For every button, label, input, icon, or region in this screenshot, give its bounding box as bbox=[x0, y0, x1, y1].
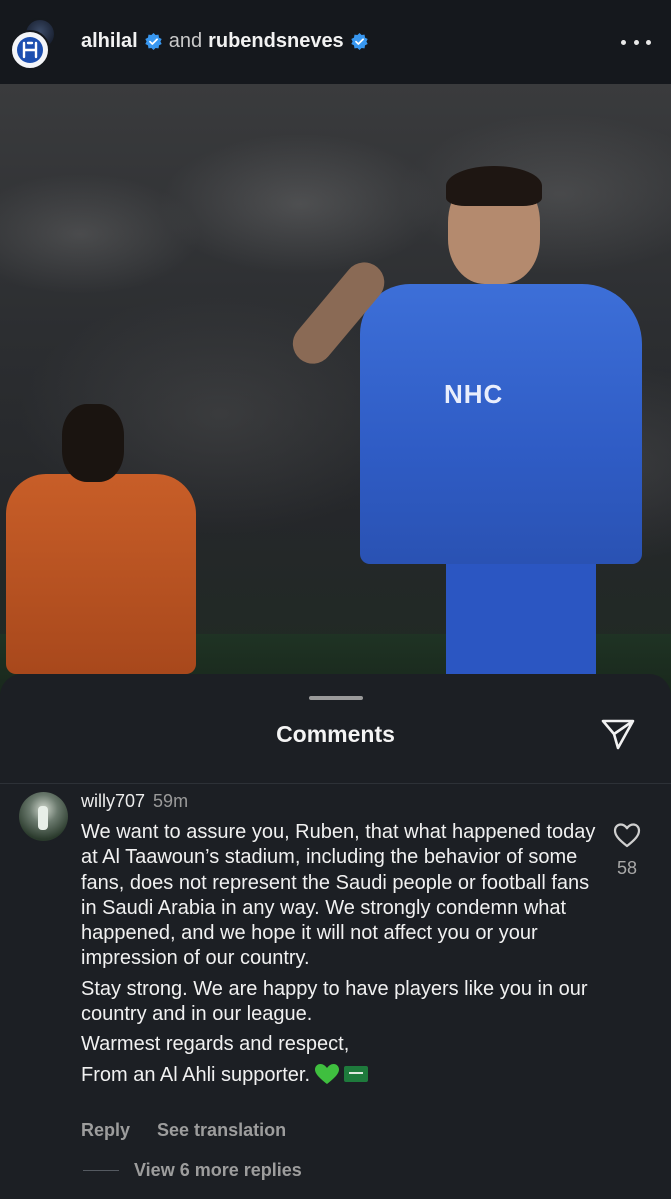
comment-paragraph: We want to assure you, Ruben, that what … bbox=[81, 821, 596, 970]
reply-button[interactable]: Reply bbox=[81, 1120, 130, 1141]
saudi-flag-icon bbox=[344, 1065, 369, 1082]
collab-avatars[interactable] bbox=[10, 18, 64, 70]
post-authors: alhilal and rubendsneves bbox=[81, 30, 369, 53]
conjunction: and bbox=[168, 30, 203, 52]
comment-paragraph: Stay strong. We are happy to have player… bbox=[81, 977, 588, 1026]
author-rubendsneves[interactable]: rubendsneves bbox=[208, 30, 344, 53]
sheet-divider bbox=[0, 783, 671, 784]
author-alhilal[interactable]: alhilal bbox=[81, 30, 138, 53]
comment-paragraph: Warmest regards and respect, bbox=[81, 1033, 350, 1056]
alhilal-logo-icon bbox=[17, 37, 43, 63]
photo-player-shirt bbox=[360, 284, 642, 564]
send-icon[interactable] bbox=[600, 717, 636, 751]
replies-divider-line bbox=[83, 1170, 119, 1171]
comment-body: We want to assure you, Ruben, that what … bbox=[81, 820, 601, 1094]
shirt-sponsor-logo: NHC bbox=[444, 379, 504, 409]
commenter-username[interactable]: willy707 bbox=[81, 791, 145, 811]
green-heart-icon bbox=[315, 1063, 340, 1084]
comment-actions: Reply See translation bbox=[81, 1120, 286, 1141]
commenter-avatar[interactable] bbox=[19, 792, 68, 841]
photo-player-hair bbox=[446, 166, 542, 206]
more-dots-icon[interactable] bbox=[621, 30, 651, 54]
verified-badge-icon bbox=[145, 32, 162, 51]
comment-paragraph-last: From an Al Ahli supporter. bbox=[81, 1063, 601, 1088]
avatar-alhilal[interactable] bbox=[10, 30, 50, 70]
photo-goalkeeper bbox=[6, 474, 196, 674]
post-header: alhilal and rubendsneves bbox=[0, 0, 671, 84]
photo-player-shorts bbox=[446, 554, 596, 684]
like-count: 58 bbox=[616, 858, 638, 878]
verified-badge-icon bbox=[351, 32, 368, 51]
view-replies-label: View 6 more replies bbox=[134, 1160, 302, 1180]
view-replies-button[interactable]: View 6 more replies bbox=[83, 1160, 302, 1181]
post-photo[interactable]: NHC bbox=[0, 84, 671, 704]
comment-meta: willy707 59m bbox=[81, 791, 188, 812]
comment-paragraph: From an Al Ahli supporter. bbox=[81, 1063, 311, 1086]
sheet-title: Comments bbox=[276, 721, 395, 747]
comments-sheet: Comments willy707 59m We want to assure … bbox=[0, 674, 671, 1199]
comment-time: 59m bbox=[153, 791, 189, 811]
heart-icon[interactable] bbox=[613, 822, 641, 848]
sheet-grabber-handle[interactable] bbox=[309, 696, 363, 700]
photo-goalkeeper-head bbox=[62, 404, 124, 482]
see-translation-button[interactable]: See translation bbox=[157, 1120, 286, 1141]
